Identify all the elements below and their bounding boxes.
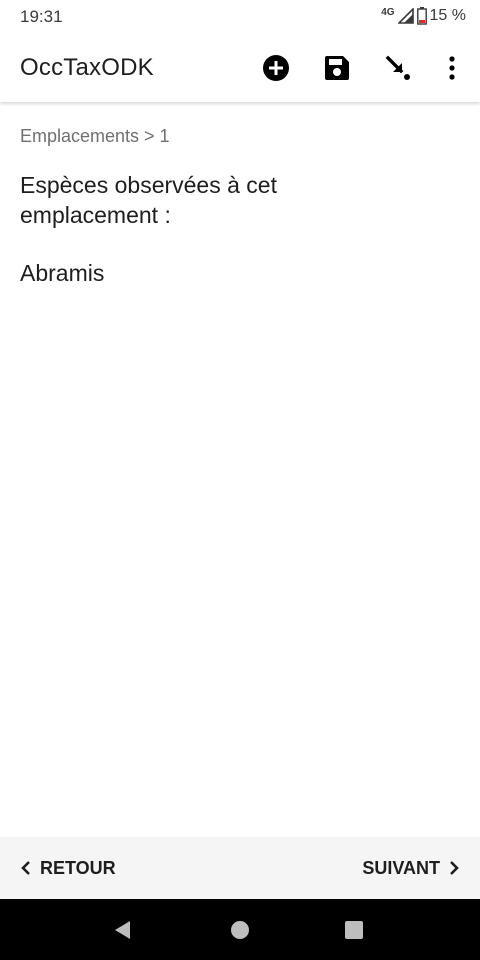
recents-square-icon[interactable] bbox=[343, 919, 365, 941]
next-button[interactable]: SUIVANT bbox=[362, 837, 460, 899]
breadcrumb: Emplacements > 1 bbox=[20, 126, 170, 146]
chevron-right-icon bbox=[450, 861, 459, 875]
chevron-left-icon bbox=[21, 861, 30, 875]
system-navigation-bar bbox=[0, 899, 480, 960]
status-bar: 19:31 4G 15 % bbox=[0, 0, 480, 34]
signal-icon bbox=[397, 8, 414, 24]
goto-icon bbox=[385, 55, 410, 80]
app-bar: OccTaxODK bbox=[0, 34, 480, 102]
back-button-label: RETOUR bbox=[40, 857, 116, 878]
question-label: Espèces observées à cet emplacement : bbox=[20, 172, 277, 228]
save-icon bbox=[325, 56, 349, 80]
more-vertical-icon bbox=[449, 56, 455, 80]
app-title: OccTaxODK bbox=[20, 54, 154, 81]
status-time: 19:31 bbox=[20, 7, 63, 26]
add-button[interactable] bbox=[258, 50, 294, 86]
answer-value: Abramis bbox=[20, 260, 105, 286]
more-options-button[interactable] bbox=[434, 50, 470, 86]
battery-icon bbox=[416, 7, 427, 25]
next-button-label: SUIVANT bbox=[362, 857, 440, 878]
battery-level: 15 % bbox=[429, 7, 466, 24]
status-indicators: 4G 15 % bbox=[381, 6, 466, 26]
network-type: 4G bbox=[381, 7, 395, 18]
home-circle-icon[interactable] bbox=[229, 919, 251, 941]
back-button[interactable]: RETOUR bbox=[20, 837, 116, 899]
save-button[interactable] bbox=[319, 50, 355, 86]
back-triangle-icon[interactable] bbox=[112, 919, 134, 941]
goto-button[interactable] bbox=[380, 50, 416, 86]
add-circle-icon bbox=[263, 55, 289, 81]
form-navigation-bar: RETOUR SUIVANT bbox=[0, 837, 480, 899]
